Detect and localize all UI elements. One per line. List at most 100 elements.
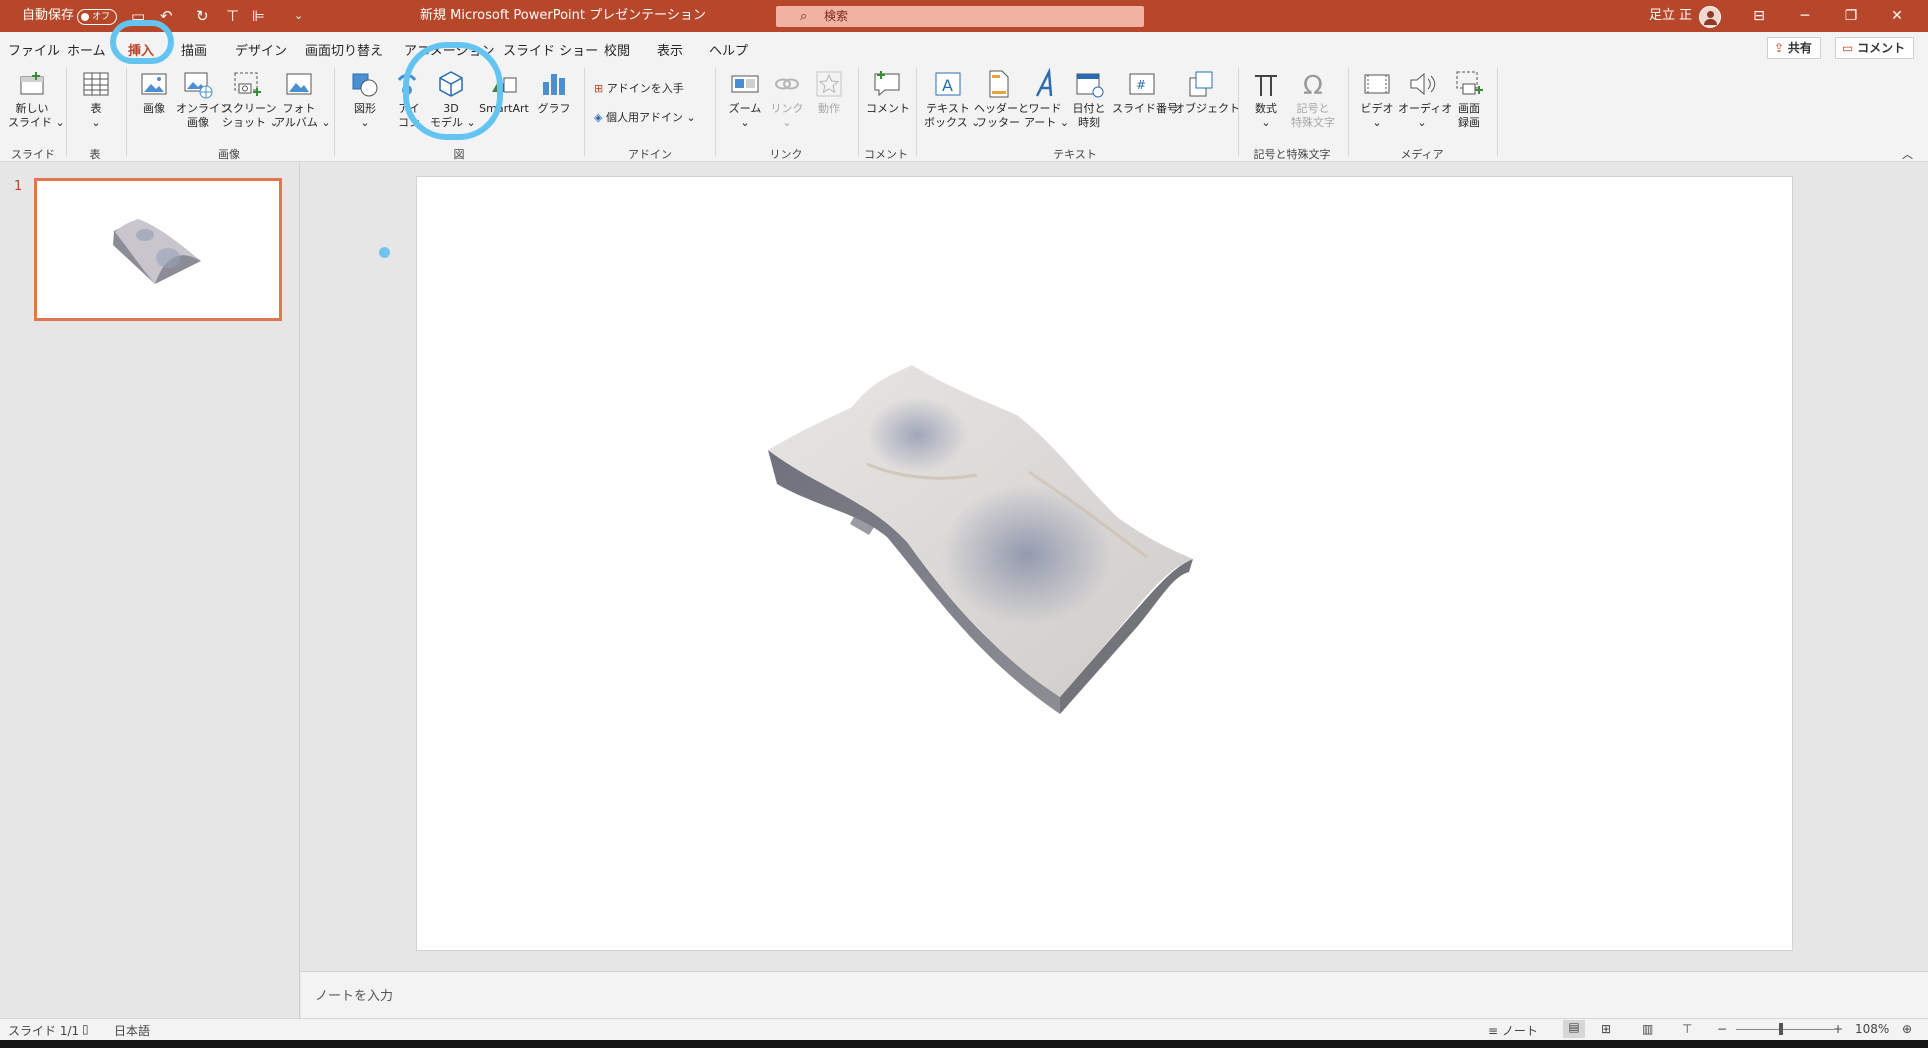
accessibility-icon[interactable]: ▯ (82, 1022, 89, 1036)
3d-model-object[interactable] (417, 177, 1792, 950)
link-chevron: ⌄ (782, 116, 792, 129)
tab-review[interactable]: 校閲 (604, 40, 630, 59)
audio-button[interactable]: オーディオ ⌄ (1398, 68, 1452, 130)
screenshot-label-1: スクリーン (222, 102, 277, 115)
new-comment-button[interactable]: コメント (866, 68, 910, 116)
online-picture-icon (184, 72, 213, 99)
user-avatar[interactable] (1699, 6, 1721, 28)
tab-home[interactable]: ホーム (67, 40, 106, 59)
reading-view-icon[interactable]: ▥ (1642, 1022, 1653, 1036)
zoom-slider-track[interactable] (1736, 1029, 1834, 1030)
object-button[interactable]: オブジェクト (1174, 68, 1240, 116)
zoom-out-button[interactable]: − (1717, 1022, 1727, 1036)
group-comments: コメント (864, 148, 908, 161)
fit-to-window-icon[interactable]: ⊕ (1902, 1022, 1912, 1036)
table-button[interactable]: 表 ⌄ (76, 68, 116, 130)
wordart-button[interactable]: ワード アート ⌄ (1024, 68, 1070, 130)
screen-recording-button[interactable]: 画面 録画 (1450, 68, 1488, 130)
close-icon[interactable]: ✕ (1874, 0, 1920, 32)
link-label: リンク (770, 102, 804, 115)
header-footer-button[interactable]: ヘッダーと フッター (974, 68, 1029, 130)
collapse-ribbon-icon[interactable]: ︿ (1902, 146, 1913, 162)
new-slide-label-1: 新しい (15, 102, 49, 115)
symbol-label-2: 特殊文字 (1291, 116, 1335, 129)
tab-help[interactable]: ヘルプ (709, 40, 748, 59)
shapes-icon (352, 73, 378, 97)
zoom-level[interactable]: 108% (1855, 1022, 1889, 1036)
date-time-button[interactable]: 日付と 時刻 (1068, 68, 1110, 130)
group-addins: アドイン (628, 148, 672, 161)
tab-draw[interactable]: 描画 (181, 40, 207, 59)
present-icon[interactable]: ⊤ (226, 7, 239, 25)
tab-transitions[interactable]: 画面切り替え (305, 40, 383, 59)
tab-design[interactable]: デザイン (235, 40, 287, 59)
online-picture-button[interactable]: オンライン 画像 (176, 68, 231, 130)
tab-file[interactable]: ファイル (8, 40, 60, 59)
screenshot-button[interactable]: スクリーン ショット ⌄ (222, 68, 279, 130)
video-button[interactable]: ビデオ ⌄ (1358, 68, 1396, 130)
slide-canvas[interactable] (417, 177, 1792, 950)
get-addins-label: アドインを入手 (606, 82, 684, 95)
align-icon[interactable]: ⊫ (252, 7, 265, 25)
my-addins-label: 個人用アドイン (605, 111, 683, 124)
picture-label: 画像 (143, 102, 165, 115)
shapes-chevron: ⌄ (360, 116, 370, 129)
picture-button[interactable]: 画像 (134, 68, 174, 116)
slideshow-view-icon[interactable]: ⊤ (1682, 1022, 1692, 1036)
textbox-label-2: ボックス ⌄ (924, 116, 981, 129)
symbol-button[interactable]: Ω 記号と 特殊文字 (1288, 68, 1338, 130)
slide-number-label: スライド番号 (1112, 102, 1178, 115)
zoom-label: ズーム (728, 102, 762, 115)
date-time-label-1: 日付と (1072, 102, 1106, 115)
get-addins-button[interactable]: ⊞ アドインを入手 (594, 80, 684, 96)
group-separator (334, 68, 335, 156)
highlight-insert-tab (110, 20, 174, 64)
equation-button[interactable]: 数式 ⌄ (1248, 68, 1284, 130)
group-illustrations: 図 (453, 148, 465, 161)
slide-number-icon: # (1129, 73, 1155, 95)
title-bar: 自動保存 オフ ▭ ↶ ↻ ⊤ ⊫ ⌄ 新規 Microsoft PowerPo… (0, 0, 1928, 32)
chart-icon (543, 74, 565, 95)
normal-view-icon[interactable]: ▤ (1563, 1020, 1585, 1038)
search-box[interactable]: ⌕ 検索 (776, 6, 1144, 27)
share-button[interactable]: ⇪ 共有 (1767, 37, 1821, 59)
screen-recording-label-1: 画面 (1458, 102, 1480, 115)
zoom-button[interactable]: ズーム ⌄ (726, 68, 764, 130)
user-name[interactable]: 足立 正 (1649, 0, 1692, 32)
slide-sorter-icon[interactable]: ⊞ (1601, 1022, 1611, 1036)
customize-qat-icon[interactable]: ⌄ (294, 9, 303, 22)
minimize-icon[interactable]: ─ (1782, 0, 1828, 32)
comment-icon (874, 71, 900, 97)
slide-number-button[interactable]: # スライド番号 (1112, 68, 1178, 116)
wordart-label-2: アート ⌄ (1024, 116, 1070, 129)
my-addins-button[interactable]: ◈ 個人用アドイン ⌄ (594, 109, 696, 125)
notes-pane[interactable]: ノートを入力 (301, 971, 1928, 1018)
online-picture-label-2: 画像 (187, 116, 209, 129)
ribbon-display-icon[interactable]: ⊟ (1736, 0, 1782, 32)
new-slide-button[interactable]: 新しい スライド ⌄ (8, 68, 65, 130)
tab-slideshow[interactable]: スライド ショー (503, 40, 598, 59)
highlight-3d-model-button (403, 42, 503, 140)
shapes-button[interactable]: 図形 ⌄ (348, 68, 382, 130)
notes-placeholder: ノートを入力 (315, 989, 394, 1004)
slide-thumbnail[interactable] (34, 178, 282, 321)
slide-count: スライド 1/1 (8, 1024, 80, 1038)
action-button[interactable]: 動作 (810, 68, 848, 116)
autosave-toggle[interactable]: オフ (77, 9, 117, 25)
redo-icon[interactable]: ↻ (196, 7, 209, 25)
restore-icon[interactable]: ❐ (1828, 0, 1874, 32)
link-button[interactable]: リンク ⌄ (768, 68, 806, 130)
photo-album-button[interactable]: フォト アルバム ⌄ (274, 68, 331, 130)
online-picture-label-1: オンライン (176, 102, 231, 115)
chart-button[interactable]: グラフ (536, 68, 572, 116)
notes-toggle[interactable]: ≡ ノート (1488, 1022, 1538, 1039)
screenshot-label-2: ショット ⌄ (222, 116, 279, 129)
tab-view[interactable]: 表示 (657, 40, 683, 59)
language-indicator[interactable]: 日本語 (114, 1022, 150, 1039)
speaker-icon (1410, 72, 1436, 96)
zoom-in-button[interactable]: + (1833, 1022, 1843, 1036)
link-icon (775, 78, 799, 90)
textbox-button[interactable]: A テキスト ボックス ⌄ (924, 68, 981, 130)
comments-button[interactable]: ▭ コメント (1835, 37, 1915, 59)
zoom-slider-thumb[interactable] (1779, 1023, 1783, 1035)
